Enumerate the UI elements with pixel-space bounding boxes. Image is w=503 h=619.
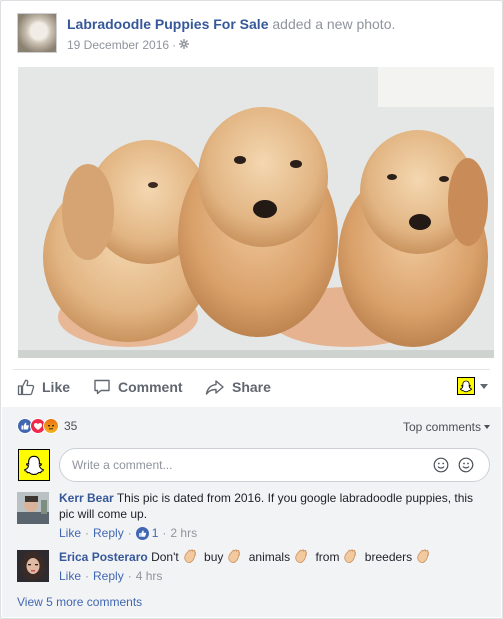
comment-timestamp[interactable]: 4 hrs	[136, 568, 163, 584]
comment-word: Don't	[151, 550, 179, 564]
clapping-hands-icon	[226, 548, 242, 564]
comment-author[interactable]: Kerr Bear	[59, 491, 114, 505]
thumbs-up-icon	[17, 379, 35, 396]
top-comments-dropdown[interactable]: Top comments	[403, 420, 490, 434]
comment-like-link[interactable]: Like	[59, 525, 81, 541]
like-button[interactable]: Like	[17, 377, 70, 397]
comment-word: breeders	[364, 550, 413, 564]
post-actions: Like Comment Share	[17, 371, 490, 403]
meta-separator: ·	[85, 569, 90, 583]
comment-meta: Like · Reply · 1 · 2 hrs	[59, 525, 490, 541]
comment-as-selector[interactable]	[457, 377, 488, 395]
post-photo[interactable]	[18, 67, 494, 358]
commenter-avatar[interactable]	[17, 550, 49, 582]
comment-text: This pic is dated from 2016. If you goog…	[59, 491, 474, 521]
comment-text: Don't buy animals from breeders	[151, 548, 434, 564]
clapping-hands-icon	[182, 548, 198, 564]
top-comments-label: Top comments	[402, 420, 481, 434]
comment-body: Erica Posteraro Don't buy animals from b…	[59, 548, 490, 584]
post-header: Labradoodle Puppies For Sale added a new…	[17, 13, 490, 57]
page-avatar[interactable]	[17, 13, 57, 53]
comment-like-link[interactable]: Like	[59, 568, 81, 584]
share-arrow-icon	[205, 380, 224, 395]
divider	[13, 369, 490, 370]
comment-timestamp[interactable]: 2 hrs	[170, 525, 197, 541]
like-label: Like	[42, 379, 71, 395]
comment-author[interactable]: Erica Posteraro	[59, 550, 148, 564]
comment-bubble-icon	[94, 379, 110, 395]
clapping-hands-icon	[293, 548, 309, 564]
commenter-avatar[interactable]	[17, 492, 49, 524]
meta-separator: ·	[162, 526, 167, 540]
comment-label: Comment	[118, 379, 183, 395]
meta-separator: ·	[172, 38, 177, 52]
share-label: Share	[232, 379, 271, 395]
puppies-photo	[18, 67, 494, 358]
page-name-link[interactable]: Labradoodle Puppies For Sale	[67, 16, 268, 32]
emoji-icon[interactable]	[433, 457, 449, 476]
comment-body: Kerr Bear This pic is dated from 2016. I…	[59, 490, 490, 541]
comment-like-count[interactable]: 1	[152, 525, 159, 541]
comment-word: animals	[248, 550, 291, 564]
post-card: Labradoodle Puppies For Sale added a new…	[0, 0, 503, 619]
snapchat-avatar-icon	[457, 377, 475, 395]
comment-word: from	[315, 550, 340, 564]
chevron-down-icon	[480, 383, 488, 389]
post-title-line: Labradoodle Puppies For Sale added a new…	[67, 16, 395, 32]
share-button[interactable]: Share	[205, 377, 271, 397]
angry-reaction-icon	[43, 418, 59, 434]
meta-separator: ·	[85, 526, 90, 540]
clapping-hands-icon	[415, 548, 431, 564]
meta-separator: ·	[127, 569, 132, 583]
post-action-text: added a new photo.	[268, 16, 396, 32]
gear-icon[interactable]	[179, 39, 190, 52]
comment-reply-link[interactable]: Reply	[93, 568, 124, 584]
view-more-comments-link[interactable]: View 5 more comments	[17, 595, 142, 609]
comment-meta: Like · Reply · 4 hrs	[59, 568, 490, 584]
reaction-count: 35	[64, 419, 78, 433]
meta-separator: ·	[127, 526, 132, 540]
reactions-summary[interactable]: 35	[17, 418, 77, 434]
comment-input[interactable]	[59, 448, 490, 482]
comment-reply-link[interactable]: Reply	[93, 525, 124, 541]
clapping-hands-icon	[342, 548, 358, 564]
comment-button[interactable]: Comment	[93, 377, 183, 397]
post-meta: 19 December 2016 ·	[67, 38, 190, 52]
sticker-icon[interactable]	[458, 457, 474, 476]
post-date[interactable]: 19 December 2016	[67, 38, 169, 52]
comment-item: Erica Posteraro Don't buy animals from b…	[17, 548, 490, 584]
comment-item: Kerr Bear This pic is dated from 2016. I…	[17, 490, 490, 540]
comment-word: buy	[204, 550, 224, 564]
comment-composer	[17, 448, 490, 482]
comments-section: 35 Top comments Kerr Bear This	[2, 407, 501, 617]
like-count-icon	[135, 526, 149, 540]
chevron-down-icon	[484, 425, 490, 429]
snapchat-ghost-icon	[24, 455, 44, 475]
current-user-avatar[interactable]	[18, 449, 50, 481]
